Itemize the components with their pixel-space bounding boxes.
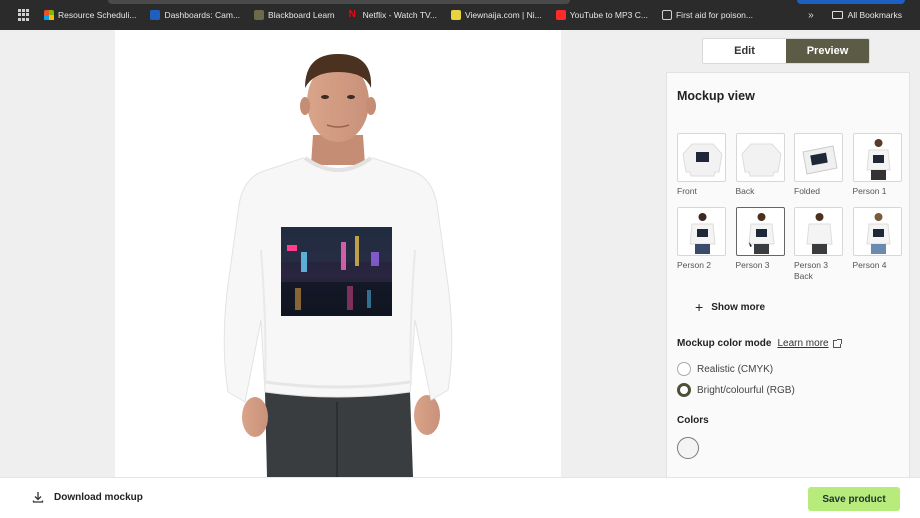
thumb-folded-image (794, 133, 843, 182)
color-swatch-white[interactable] (677, 437, 699, 459)
thumb-person-2[interactable]: Person 2 (677, 207, 726, 282)
bookmarks-overflow-icon[interactable]: » (808, 10, 814, 21)
learn-more-link[interactable]: Learn more (777, 338, 828, 349)
thumb-back-image (735, 133, 785, 182)
thumb-label: Person 4 (852, 260, 887, 270)
address-bar-edge (108, 0, 570, 4)
folder-icon (831, 11, 843, 19)
youtube-icon (555, 10, 566, 20)
thumb-person-3-back-image (794, 207, 843, 256)
radio-bright-rgb[interactable]: Bright/colourful (RGB) (677, 383, 795, 397)
color-mode-header: Mockup color mode Learn more (677, 338, 842, 349)
thumb-person-3-image (735, 207, 785, 256)
model-sweatshirt-image (223, 54, 453, 477)
all-bookmarks-link[interactable]: All Bookmarks (848, 10, 902, 20)
show-more-button[interactable]: + Show more (695, 299, 765, 315)
thumb-label: Person 3 (735, 260, 770, 270)
bookmark-youtube-mp3[interactable]: YouTube to MP3 C... (555, 10, 648, 20)
radio-button-selected-icon (677, 383, 691, 397)
mockup-settings-panel: Mockup view Front Back Folded Person 1 P… (666, 72, 910, 477)
globe-icon (661, 10, 672, 20)
apps-grid-icon[interactable] (18, 9, 30, 21)
bookmark-blackboard[interactable]: Blackboard Learn (254, 10, 335, 20)
viewnaija-icon (451, 10, 461, 20)
bookmark-viewnaija[interactable]: Viewnaija.com | Ni... (451, 10, 542, 20)
tab-edit[interactable]: Edit (703, 39, 786, 63)
thumb-label: Person 3 Back (794, 260, 829, 281)
bookmark-netflix[interactable]: N Netflix - Watch TV... (348, 9, 437, 21)
external-link-icon (832, 338, 842, 348)
bookmark-dashboards[interactable]: Dashboards: Cam... (150, 10, 240, 20)
thumb-back[interactable]: Back (735, 133, 785, 197)
netflix-icon: N (348, 9, 356, 20)
colors-title: Colors (677, 415, 709, 426)
bookmark-first-aid[interactable]: First aid for poison... (661, 10, 753, 20)
plus-icon: + (695, 299, 704, 315)
thumb-person-2-image (677, 207, 726, 256)
bookmarks-bar: Resource Scheduli... Dashboards: Cam... … (0, 0, 920, 30)
thumb-person-4[interactable]: Person 4 (852, 207, 902, 282)
thumb-label: Person 2 (677, 260, 712, 270)
tab-preview[interactable]: Preview (786, 39, 869, 63)
thumb-front[interactable]: Front (677, 133, 726, 197)
microsoft-icon (44, 10, 54, 20)
radio-realistic-cmyk[interactable]: Realistic (CMYK) (677, 362, 773, 376)
save-product-button[interactable]: Save product (808, 487, 900, 511)
thumb-label: Person 1 (852, 186, 887, 196)
blackboard-icon (254, 10, 265, 20)
thumb-label: Front (677, 186, 697, 196)
thumb-person-1[interactable]: Person 1 (852, 133, 902, 197)
edit-preview-toggle: Edit Preview (702, 38, 870, 64)
download-mockup-button[interactable]: Download mockup (32, 491, 143, 503)
thumb-label: Back (735, 186, 755, 196)
color-mode-title: Mockup color mode (677, 338, 772, 349)
thumb-person-4-image (852, 207, 902, 256)
radio-bright-label: Bright/colourful (RGB) (697, 384, 795, 396)
thumb-folded[interactable]: Folded (794, 133, 843, 197)
thumb-person-3[interactable]: Person 3 (735, 207, 785, 282)
bookmark-resource-scheduling[interactable]: Resource Scheduli... (44, 10, 136, 20)
mockup-preview-canvas (115, 30, 561, 477)
footer-bar: Download mockup Save product (0, 477, 920, 518)
thumb-label: Folded (794, 186, 820, 196)
mockup-thumbnail-grid: Front Back Folded Person 1 Person 2 Pers… (677, 133, 905, 282)
dashboard-icon (150, 10, 161, 20)
show-more-label: Show more (711, 301, 766, 313)
thumb-person-1-image (852, 133, 902, 182)
download-label: Download mockup (54, 491, 143, 503)
radio-realistic-label: Realistic (CMYK) (697, 363, 774, 375)
radio-button-icon (677, 362, 691, 376)
thumb-front-image (677, 133, 726, 182)
bookmarks-right: » All Bookmarks (808, 0, 902, 30)
download-icon (32, 491, 44, 503)
thumb-person-3-back[interactable]: Person 3 Back (794, 207, 843, 282)
panel-title: Mockup view (677, 89, 755, 103)
